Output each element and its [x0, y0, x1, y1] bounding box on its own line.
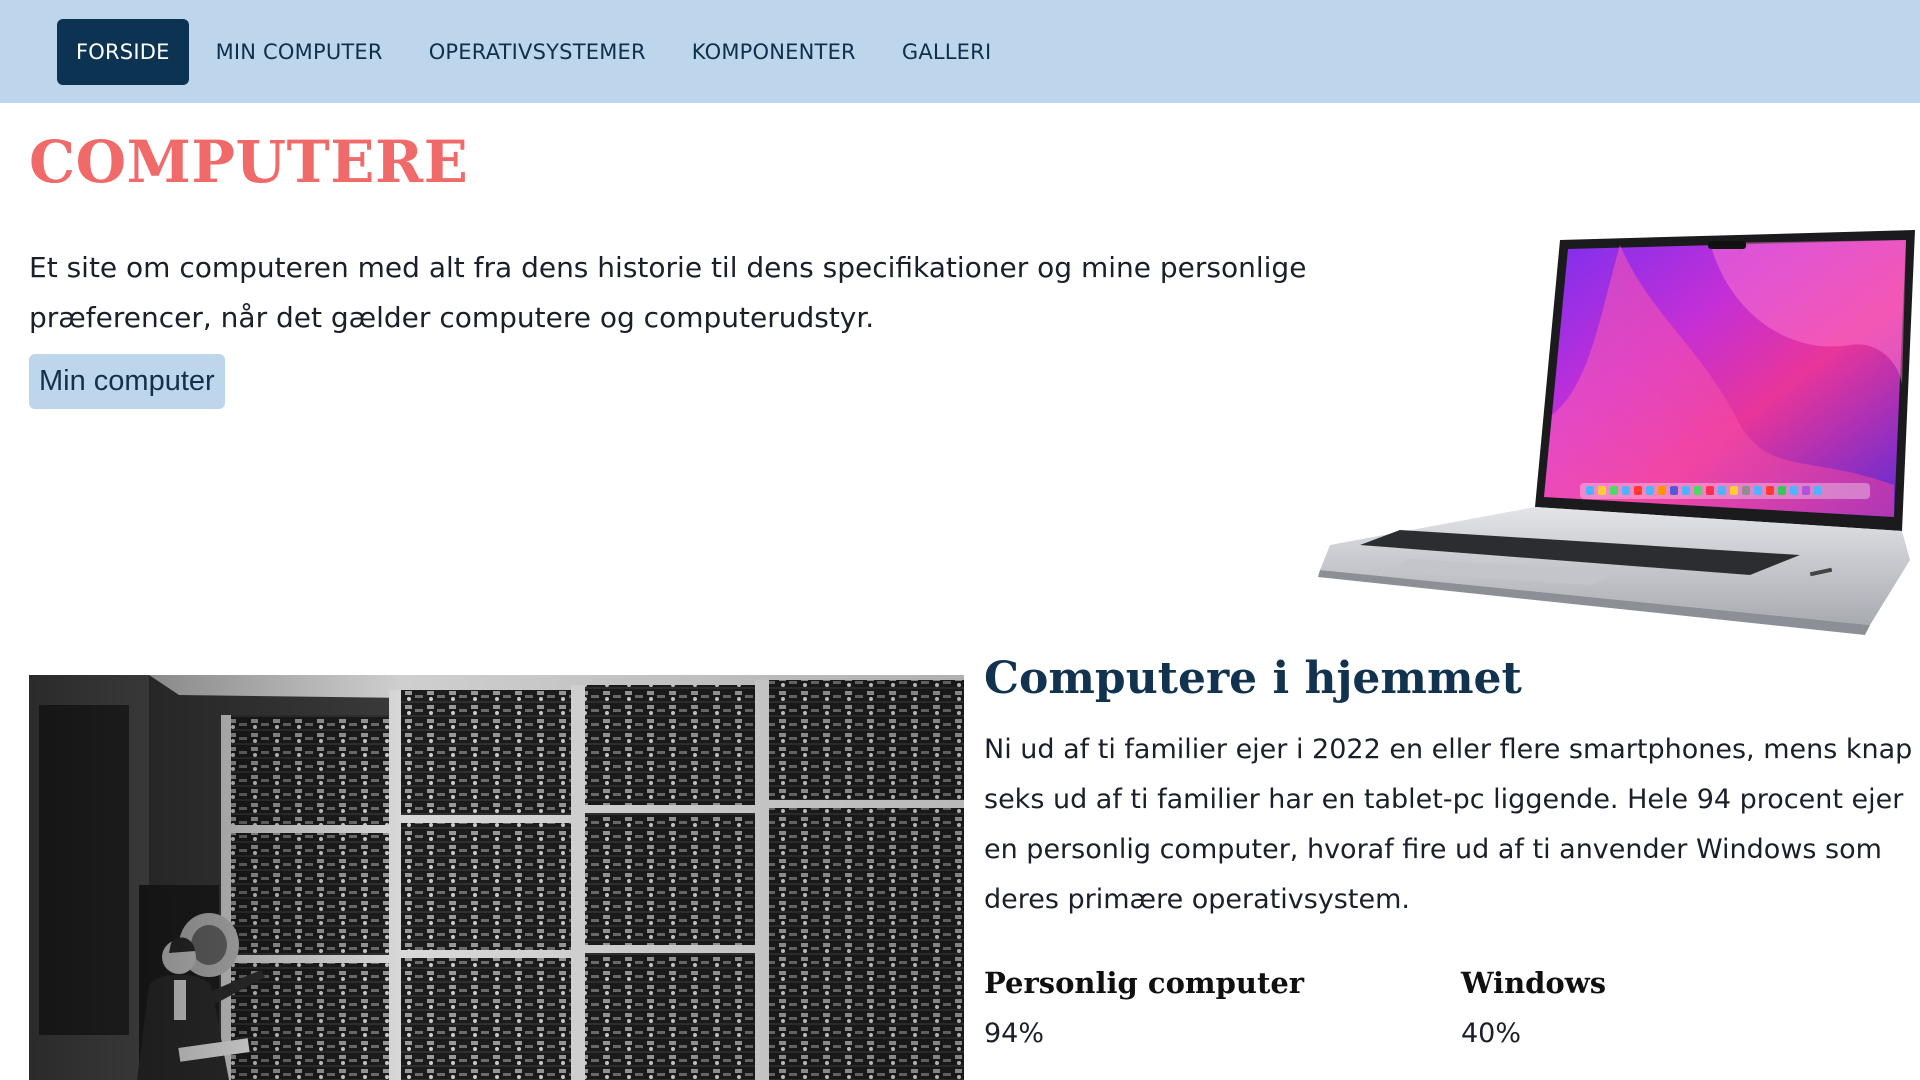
stat-label: Personlig computer — [984, 966, 1305, 1000]
stat-value: 40% — [1461, 1018, 1522, 1049]
home-section-text: Ni ud af ti familier ejer i 2022 en elle… — [984, 734, 1913, 915]
home-section-heading: Computere i hjemmet — [984, 653, 1522, 704]
top-navbar: FORSIDE MIN COMPUTER OPERATIVSYSTEMER KO… — [0, 0, 1920, 103]
mainframe-photo — [29, 675, 964, 1080]
stat-personal-computer: Personlig computer 94% — [984, 966, 1304, 1049]
stat-label: Windows — [1461, 966, 1607, 1000]
stat-windows: Windows 40% — [1461, 966, 1606, 1049]
laptop-image — [1318, 230, 1915, 635]
nav-item-komponenter[interactable]: KOMPONENTER — [673, 19, 875, 85]
intro-text: Et site om computeren med alt fra dens h… — [29, 251, 1307, 334]
nav-item-galleri[interactable]: GALLERI — [883, 19, 1011, 85]
nav-item-operativsystemer[interactable]: OPERATIVSYSTEMER — [410, 19, 665, 85]
min-computer-button[interactable]: Min computer — [29, 354, 225, 409]
stat-value: 94% — [984, 1018, 1045, 1049]
page-title: COMPUTERE — [29, 128, 469, 196]
nav-item-forside[interactable]: FORSIDE — [57, 18, 189, 85]
nav-item-min-computer[interactable]: MIN COMPUTER — [197, 19, 402, 85]
